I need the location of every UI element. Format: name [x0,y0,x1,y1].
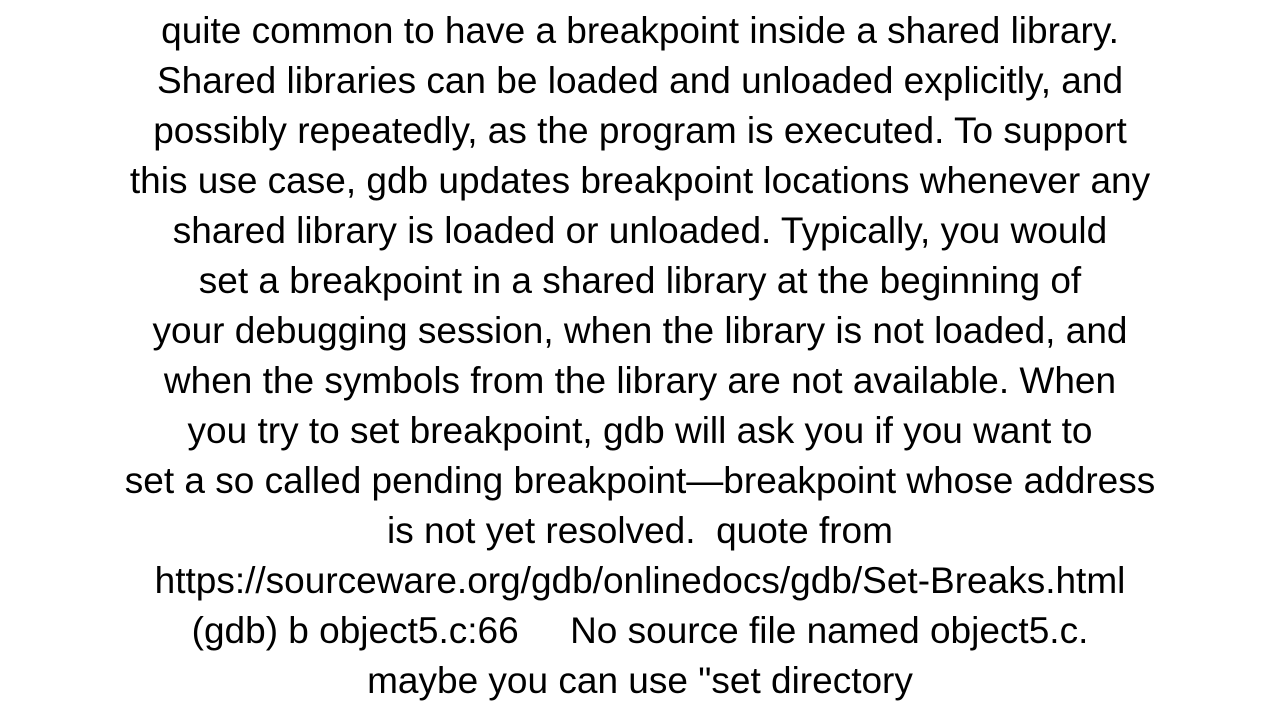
text-line: quite common to have a breakpoint inside… [161,6,1119,56]
text-line: this use case, gdb updates breakpoint lo… [130,156,1150,206]
text-line: is not yet resolved. quote from [387,506,893,556]
text-line: Shared libraries can be loaded and unloa… [157,56,1123,106]
text-line: (gdb) b object5.c:66 No source file name… [192,606,1089,656]
text-line: possibly repeatedly, as the program is e… [153,106,1127,156]
document-page: quite common to have a breakpoint inside… [0,0,1280,720]
text-line: maybe you can use "set directory [367,656,913,706]
text-line: set a breakpoint in a shared library at … [199,256,1081,306]
text-line: shared library is loaded or unloaded. Ty… [173,206,1107,256]
text-line: your debugging session, when the library… [153,306,1128,356]
text-line: when the symbols from the library are no… [164,356,1116,406]
text-line: you try to set breakpoint, gdb will ask … [188,406,1093,456]
text-line: https://sourceware.org/gdb/onlinedocs/gd… [155,556,1126,606]
text-line: set a so called pending breakpoint—break… [125,456,1156,506]
